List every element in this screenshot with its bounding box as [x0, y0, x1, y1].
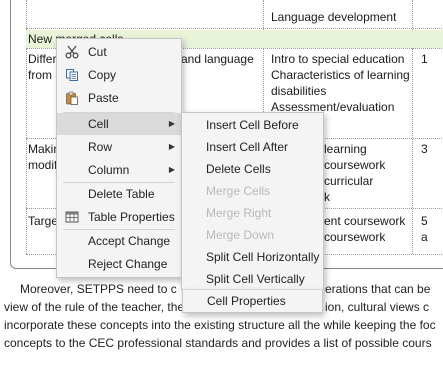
paragraph-line[interactable]: view of the rule of the teacher, the	[4, 299, 184, 316]
menu-item-row[interactable]: Row ▶	[57, 136, 181, 158]
submenu-item-merge-right: Merge Right	[182, 202, 323, 224]
copy-icon	[66, 69, 78, 81]
table-cell[interactable]: and language	[181, 51, 254, 67]
submenu-arrow-icon: ▶	[168, 119, 175, 128]
cell-submenu: Insert Cell Before Insert Cell After Del…	[181, 112, 324, 290]
menu-item-label: Column	[88, 163, 130, 177]
table-cell[interactable]: learning	[324, 141, 367, 157]
table-cell[interactable]: 5	[421, 213, 428, 229]
submenu-item-insert-cell-before[interactable]: Insert Cell Before	[182, 114, 323, 136]
table-col-divider	[412, 0, 413, 30]
table-cell[interactable]: disabilities	[271, 83, 326, 99]
paragraph-line[interactable]: Moreover, SETPPS need to c	[20, 281, 177, 298]
table-cell[interactable]: 3	[421, 141, 428, 157]
table-cell[interactable]: Assessment/evaluation	[271, 99, 394, 113]
menu-item-accept-change[interactable]: Accept Change	[57, 230, 181, 252]
submenu-item-split-horizontally[interactable]: Split Cell Horizontally	[182, 246, 323, 268]
submenu-item-merge-down: Merge Down	[182, 224, 323, 246]
submenu-item-label: Merge Down	[206, 228, 275, 242]
menu-item-cut[interactable]: Cut	[57, 41, 181, 63]
paragraph-line[interactable]: ion, cultural views c	[325, 299, 429, 316]
menu-item-label: Table Properties	[88, 210, 175, 224]
menu-item-table-properties[interactable]: Table Properties	[57, 206, 181, 228]
menu-item-label: Delete Table	[88, 187, 155, 201]
menu-item-label: Paste	[88, 91, 119, 105]
paragraph-line[interactable]: incorporate these concepts into the exis…	[4, 317, 436, 334]
menu-item-label: Accept Change	[88, 234, 171, 248]
menu-item-label: Row	[88, 140, 113, 154]
table-cell[interactable]: a	[421, 229, 428, 245]
submenu-item-split-vertically[interactable]: Split Cell Vertically	[182, 268, 323, 290]
menu-item-delete-table[interactable]: Delete Table	[57, 183, 181, 205]
submenu-item-insert-cell-after[interactable]: Insert Cell After	[182, 136, 323, 158]
paste-icon	[66, 91, 78, 105]
menu-item-copy[interactable]: Copy	[57, 64, 181, 86]
submenu-item-merge-cells: Merge Cells	[182, 180, 323, 202]
menu-item-column[interactable]: Column ▶	[57, 159, 181, 181]
menu-item-label: Reject Change	[88, 257, 168, 271]
table-cell[interactable]: Characteristics of learning	[271, 67, 410, 83]
table-cell[interactable]: k	[324, 189, 330, 205]
submenu-item-label: Cell Properties	[207, 294, 286, 308]
submenu-item-label: Insert Cell Before	[206, 118, 299, 132]
submenu-item-label: Split Cell Horizontally	[206, 250, 320, 264]
table-cell[interactable]: Intro to special education	[271, 51, 404, 67]
menu-item-paste[interactable]: Paste	[57, 87, 181, 109]
menu-item-reject-change[interactable]: Reject Change	[57, 253, 181, 275]
context-menu: Cut Copy Paste Cell ▶ Row ▶ Column ▶ Del…	[56, 38, 182, 278]
menu-item-cell[interactable]: Cell ▶	[57, 113, 181, 135]
submenu-item-label: Merge Cells	[206, 184, 271, 198]
submenu-arrow-icon: ▶	[168, 165, 175, 174]
submenu-item-label: Delete Cells	[206, 162, 271, 176]
table-cell[interactable]: curricular	[324, 173, 373, 189]
table-cell[interactable]: 1	[421, 51, 428, 67]
table-cell[interactable]: Language development	[271, 9, 396, 25]
paragraph-line[interactable]: erations that can be	[325, 281, 430, 298]
submenu-arrow-icon: ▶	[168, 142, 175, 151]
submenu-item-delete-cells[interactable]: Delete Cells	[182, 158, 323, 180]
paragraph-line[interactable]: concepts to the CEC professional standar…	[4, 335, 432, 352]
table-col-divider	[412, 48, 413, 254]
table-cell[interactable]: ent coursework	[324, 213, 405, 229]
menu-item-label: Cut	[88, 45, 107, 59]
table-cell[interactable]: coursework	[324, 229, 385, 245]
submenu-item-label: Merge Right	[206, 206, 272, 220]
table-cell[interactable]: coursework	[324, 157, 385, 173]
table-icon	[65, 211, 79, 223]
scissors-icon	[65, 45, 79, 59]
submenu-item-cell-properties[interactable]: Cell Properties	[182, 289, 323, 313]
submenu-item-label: Insert Cell After	[206, 140, 289, 154]
submenu-item-label: Split Cell Vertically	[206, 272, 305, 286]
menu-item-label: Cell	[88, 117, 109, 131]
table-col-divider	[263, 0, 264, 30]
table-row-divider	[26, 28, 443, 29]
menu-item-label: Copy	[88, 68, 117, 82]
